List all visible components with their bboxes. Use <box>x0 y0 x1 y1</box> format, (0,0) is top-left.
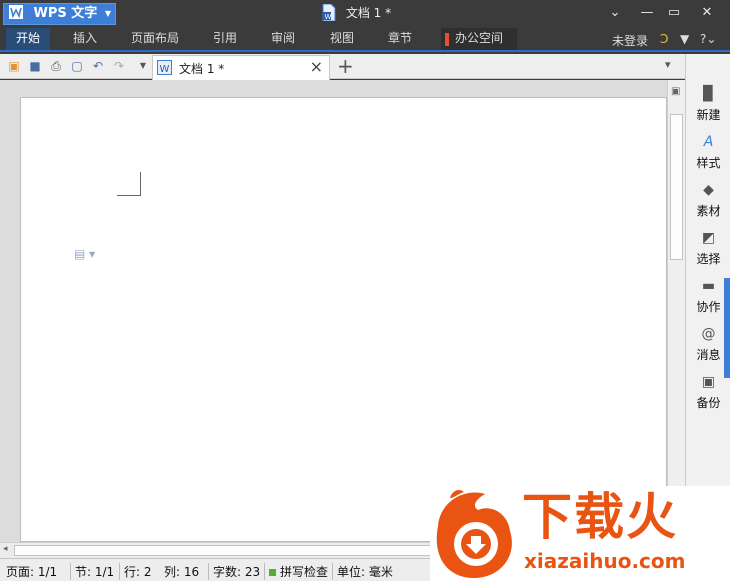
skin-icon[interactable]: Ↄ <box>660 32 668 46</box>
window-title: W 文档 1 * <box>322 4 391 22</box>
new-document-icon: ▉ <box>703 86 714 102</box>
window-menu-button[interactable]: ⌄ <box>604 3 626 23</box>
side-backup-label: 备份 <box>696 396 721 410</box>
svg-text:W: W <box>160 64 170 75</box>
chevron-down-icon: ▼ <box>104 9 111 18</box>
scroll-left-icon[interactable]: ◂ <box>3 544 8 554</box>
side-style-button[interactable]: A 样式 <box>686 134 730 171</box>
document-tab[interactable]: W 文档 1 * × <box>152 55 330 80</box>
maximize-button[interactable]: ▭ <box>663 3 685 23</box>
style-icon: A <box>703 134 714 150</box>
side-style-label: 样式 <box>696 156 721 170</box>
side-select-button[interactable]: ◩ 选择 <box>686 230 730 267</box>
login-link[interactable]: 未登录 <box>612 32 648 49</box>
close-button[interactable]: ✕ <box>696 3 718 23</box>
side-material-label: 素材 <box>696 204 721 218</box>
app-menu-button[interactable]: WPS 文字 ▼ <box>3 3 116 25</box>
status-col: 列: 16 <box>164 565 200 579</box>
tab-page-layout[interactable]: 页面布局 <box>131 28 179 50</box>
spell-check-toggle[interactable]: 拼写检查 <box>264 563 328 580</box>
undo-icon[interactable]: ↶ <box>90 58 106 74</box>
minimize-button[interactable]: — <box>636 3 658 23</box>
status-unit[interactable]: 单位: 毫米 <box>332 563 393 580</box>
tab-office-space[interactable]: 办公空间 <box>441 28 517 50</box>
select-icon: ◩ <box>701 230 716 246</box>
help-icon[interactable]: ?⌄ <box>700 32 716 46</box>
tab-review[interactable]: 审阅 <box>271 28 295 50</box>
word-doc-icon: W <box>157 60 172 75</box>
save-icon[interactable]: ■ <box>27 58 43 74</box>
side-new-label: 新建 <box>696 108 721 122</box>
tab-insert[interactable]: 插入 <box>73 28 97 50</box>
document-workarea: ▤ ▾ <box>0 80 667 542</box>
watermark-url: xiazaihuo.com <box>524 549 686 573</box>
tab-view[interactable]: 视图 <box>330 28 354 50</box>
margin-corner-mark <box>117 172 141 196</box>
title-bar: WPS 文字 ▼ W 文档 1 * ⌄ — ▭ ✕ <box>0 0 730 28</box>
tab-home[interactable]: 开始 <box>6 28 50 50</box>
shirt-icon[interactable]: ▼ <box>680 32 689 46</box>
document-icon: W <box>322 4 336 21</box>
watermark-brand: 下载火 <box>522 488 678 546</box>
new-tab-button[interactable]: + <box>337 54 354 78</box>
app-name: WPS 文字 <box>33 6 98 21</box>
print-preview-icon[interactable]: ▢ <box>69 58 85 74</box>
side-backup-button[interactable]: ▣ 备份 <box>686 374 730 411</box>
shapes-icon: ◆ <box>703 182 714 198</box>
window-title-text: 文档 1 * <box>345 6 392 20</box>
redo-icon[interactable]: ↷ <box>111 58 127 74</box>
spell-status-icon <box>269 569 276 576</box>
open-icon[interactable]: ▣ <box>6 58 22 74</box>
tab-references[interactable]: 引用 <box>213 28 237 50</box>
ruler-toggle-icon[interactable]: ▣ <box>671 86 680 97</box>
print-icon[interactable]: ⎙ <box>48 58 64 74</box>
vertical-scroll-thumb[interactable] <box>670 114 683 260</box>
status-page[interactable]: 页面: 1/1 <box>6 563 57 580</box>
document-page[interactable]: ▤ ▾ <box>20 97 667 542</box>
status-section[interactable]: 节: 1/1 <box>70 563 114 580</box>
paste-options-icon[interactable]: ▤ ▾ <box>74 247 95 261</box>
tab-list-icon[interactable]: ▾ <box>665 58 671 71</box>
wps-logo-icon <box>9 5 23 19</box>
side-material-button[interactable]: ◆ 素材 <box>686 182 730 219</box>
side-new-button[interactable]: ▉ 新建 <box>686 86 730 123</box>
flame-logo-icon <box>436 490 512 578</box>
watermark-logo: 下载火 xiazaihuo.com <box>430 486 730 581</box>
status-wordcount[interactable]: 字数: 23 <box>208 563 260 580</box>
side-select-label: 选择 <box>696 252 721 266</box>
spell-check-label: 拼写检查 <box>280 565 329 579</box>
svg-text:W: W <box>325 13 332 21</box>
vertical-scrollbar[interactable]: ▣ <box>667 80 685 542</box>
close-tab-icon[interactable]: × <box>310 57 323 76</box>
task-pane-collapse-tab[interactable] <box>724 278 730 378</box>
customize-dropdown-icon[interactable]: ▼ <box>135 58 151 74</box>
quick-access-toolbar: ▣ ■ ⎙ ▢ ↶ ↷ ▼ W 文档 1 * × + ▾ <box>0 54 685 80</box>
document-tab-label: 文档 1 * <box>179 62 225 76</box>
status-row: 行: 2 <box>119 563 152 580</box>
tab-chapter[interactable]: 章节 <box>388 28 412 50</box>
